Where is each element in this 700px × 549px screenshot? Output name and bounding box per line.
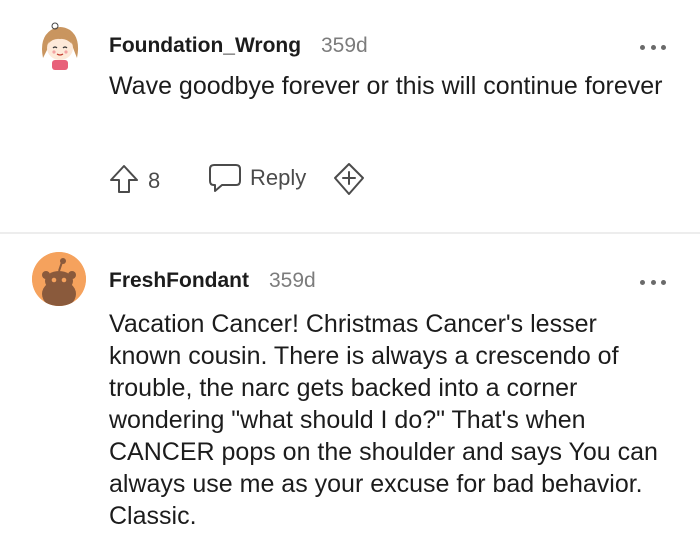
dot xyxy=(640,279,645,285)
comment-author[interactable]: FreshFondant xyxy=(109,269,249,293)
comment-age: 359d xyxy=(321,34,368,57)
default-snoo-avatar-icon xyxy=(32,252,86,306)
comment-author[interactable]: Foundation_Wrong xyxy=(109,34,301,58)
comment-body: Vacation Cancer! Christmas Cancer's less… xyxy=(109,310,658,530)
reply-label: Reply xyxy=(250,165,307,190)
upvote-icon[interactable] xyxy=(108,163,140,195)
comment-age: 359d xyxy=(269,269,316,292)
vote-score: 8 xyxy=(148,168,161,193)
dot xyxy=(661,44,666,50)
avatar[interactable] xyxy=(32,252,86,306)
reply-bubble-icon xyxy=(209,164,241,192)
comment: Foundation_Wrong 359d Wave goodbye forev… xyxy=(0,0,700,232)
comment: FreshFondant 359d Vacation Cancer! Chris… xyxy=(0,234,700,549)
dot xyxy=(640,44,645,50)
award-plus-icon[interactable] xyxy=(332,162,366,196)
avatar[interactable] xyxy=(33,18,87,72)
more-options-icon[interactable] xyxy=(640,277,666,287)
dot xyxy=(650,44,656,50)
comment-body: Wave goodbye forever or this will contin… xyxy=(109,72,663,100)
more-options-icon[interactable] xyxy=(640,42,666,52)
dot xyxy=(661,279,666,285)
cartoon-girl-avatar-icon xyxy=(33,18,87,72)
dot xyxy=(650,279,656,285)
comment-actions: 8 Reply xyxy=(108,160,408,200)
reply-button[interactable]: Reply xyxy=(208,160,318,196)
